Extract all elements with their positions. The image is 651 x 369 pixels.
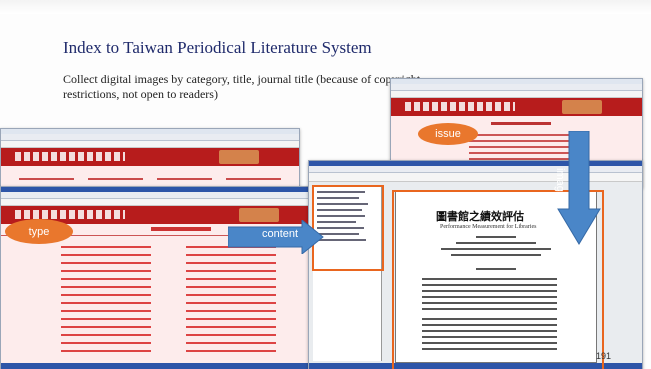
windows-taskbar — [1, 363, 319, 369]
content-callout-label: content — [262, 228, 299, 240]
type-callout: type — [5, 219, 73, 244]
presentation-slide: Index to Taiwan Periodical Literature Sy… — [0, 0, 651, 369]
address-bar — [391, 91, 642, 98]
menu-bar — [391, 84, 642, 91]
slide-subtitle: Collect digital images by category, titl… — [63, 72, 421, 101]
site-banner — [391, 98, 642, 116]
slide-title: Index to Taiwan Periodical Literature Sy… — [63, 38, 372, 57]
top-band — [0, 0, 651, 14]
page-number: 191 — [596, 351, 612, 361]
issue-callout: issue — [418, 123, 478, 145]
type-screenshot — [0, 186, 320, 369]
image-callout-label: image — [554, 168, 566, 198]
